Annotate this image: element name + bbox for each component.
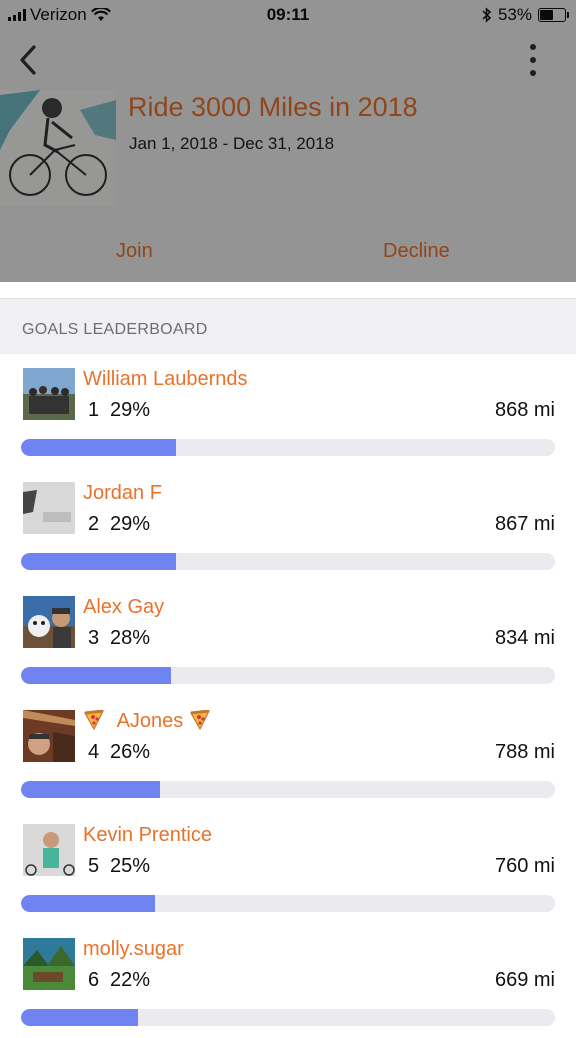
user-rank: 3 [88,627,100,649]
user-percent: 25% [110,855,151,877]
user-distance: 868 mi [494,399,555,421]
user-distance: 669 mi [494,969,555,991]
leaderboard-row[interactable]: molly.sugar 6 22% 669 mi [0,924,576,1038]
user-distance: 760 mi [494,855,555,877]
user-percent: 29% [110,399,151,421]
leaderboard-row[interactable]: Alex Gay 3 28% 834 mi [0,582,576,696]
user-rank: 5 [88,855,100,877]
user-name[interactable]: Alex Gay [83,596,164,619]
pizza-icon [189,710,210,730]
progress-bar [21,781,555,798]
user-distance: 834 mi [494,627,555,649]
user-name-text: AJones [116,710,184,732]
user-name[interactable]: Jordan F [83,482,162,505]
leaderboard-row[interactable]: Kevin Prentice 5 25% 760 mi [0,810,576,924]
leaderboard-row[interactable]: AJones 4 26% 788 mi [0,696,576,810]
progress-bar [21,1009,555,1026]
leaderboard-header: GOALS LEADERBOARD [0,298,576,354]
avatar [23,938,75,990]
avatar [23,710,75,762]
progress-bar [21,895,555,912]
user-name[interactable]: AJones [83,710,211,733]
avatar [23,482,75,534]
user-rank: 1 [88,399,100,421]
progress-fill [21,781,160,798]
user-rank: 4 [88,741,100,763]
user-distance: 867 mi [494,513,555,535]
progress-fill [21,895,155,912]
user-percent: 26% [110,741,151,763]
progress-fill [21,667,171,684]
progress-bar [21,553,555,570]
user-name[interactable]: William Laubernds [83,368,248,391]
pizza-icon [84,710,105,730]
challenge-header: Verizon 09:11 53% Ride 3000 Miles in 201… [0,0,576,282]
progress-bar [21,439,555,456]
user-rank: 6 [88,969,100,991]
user-percent: 28% [110,627,151,649]
avatar [23,824,75,876]
leaderboard-title: GOALS LEADERBOARD [22,321,208,338]
leaderboard-row[interactable]: William Laubernds 1 29% 868 mi [0,354,576,468]
dim-overlay [0,0,576,282]
progress-fill [21,1009,139,1026]
user-percent: 29% [110,513,151,535]
progress-fill [21,553,176,570]
user-distance: 788 mi [494,741,555,763]
user-percent: 22% [110,969,151,991]
avatar [23,596,75,648]
user-name[interactable]: molly.sugar [83,938,184,961]
leaderboard-row[interactable]: Jordan F 2 29% 867 mi [0,468,576,582]
avatar [23,368,75,420]
progress-bar [21,667,555,684]
user-rank: 2 [88,513,100,535]
user-name[interactable]: Kevin Prentice [83,824,212,847]
progress-fill [21,439,176,456]
